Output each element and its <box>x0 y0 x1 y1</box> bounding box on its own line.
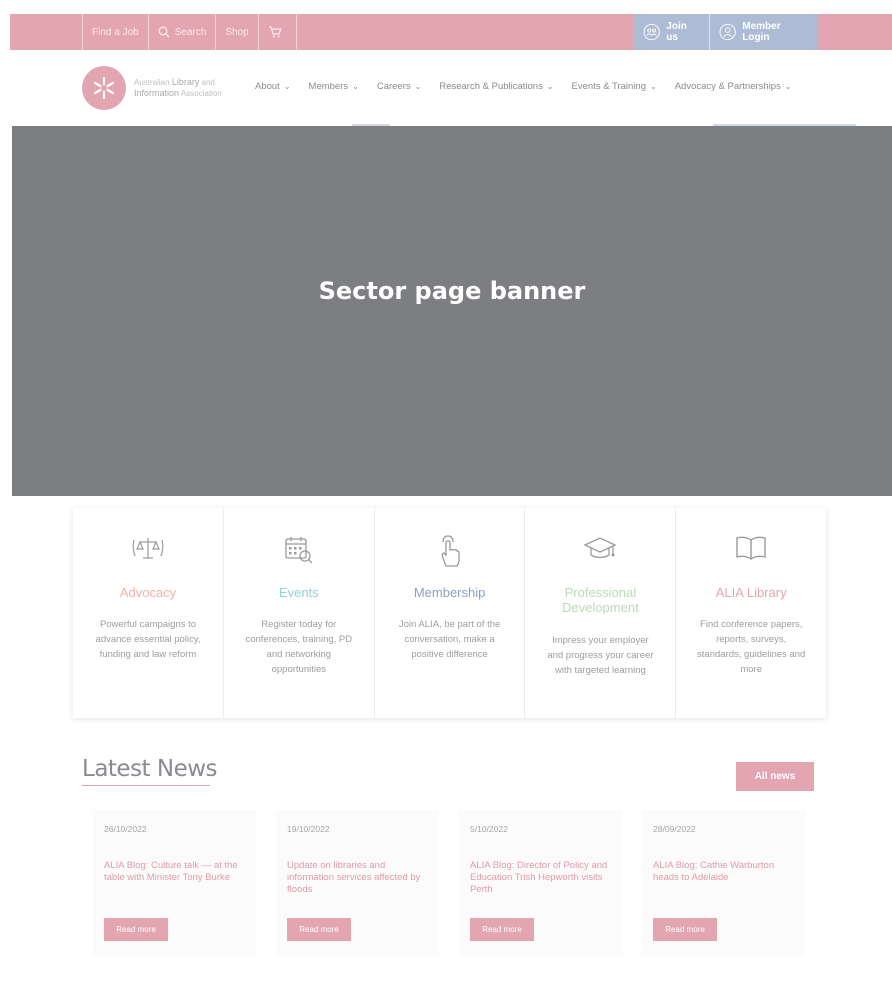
news-title[interactable]: ALIA Blog: Cathie Warburton heads to Ade… <box>653 860 793 884</box>
logo-word-and: and <box>201 78 215 87</box>
member-login-button[interactable]: Member Login <box>708 14 817 50</box>
card-description: Powerful campaigns to advance essential … <box>95 619 201 660</box>
search-icon <box>158 26 170 38</box>
main-header: Australian Library and Information Assoc… <box>10 50 892 126</box>
chevron-down-icon: ⌄ <box>414 82 422 91</box>
logo-mark <box>82 66 126 110</box>
card-title: Advocacy <box>119 585 177 600</box>
logo-text: Australian Library and Information Assoc… <box>134 77 222 99</box>
find-a-job-label: Find a Job <box>92 26 139 38</box>
alia-logo[interactable]: Australian Library and Information Assoc… <box>82 66 222 110</box>
latest-news-heading: Latest News <box>82 756 218 782</box>
sector-page-banner: Sector page banner <box>12 126 892 496</box>
main-nav: About ⌄ Members ⌄ Careers ⌄ Research & Publ… <box>255 81 810 92</box>
read-more-button[interactable]: Read more <box>653 918 717 941</box>
nav-label: Research & Publications <box>439 81 543 92</box>
chevron-down-icon: ⌄ <box>283 82 291 91</box>
nav-item-careers[interactable]: Careers ⌄ <box>377 81 422 92</box>
graduation-cap-icon <box>583 537 617 559</box>
card-title: Events <box>278 585 319 600</box>
shop-label: Shop <box>225 26 249 38</box>
news-date: 19/10/2022 <box>287 824 330 834</box>
card-description: Impress your employer and progress your … <box>547 635 654 676</box>
news-title[interactable]: ALIA Blog: Director of Policy and Educat… <box>470 860 610 896</box>
nav-item-members[interactable]: Members ⌄ <box>309 81 359 92</box>
open-book-icon <box>736 536 766 560</box>
chevron-down-icon: ⌄ <box>784 82 792 91</box>
join-us-button[interactable]: Join us <box>634 14 709 50</box>
utility-links: Find a Job Search Shop <box>82 14 297 50</box>
account-links: Join us Member Login <box>634 14 817 50</box>
nav-label: Members <box>308 81 349 92</box>
nav-item-advocacy-partnerships[interactable]: Advocacy & Partnerships ⌄ <box>675 81 792 92</box>
join-icon <box>643 23 660 41</box>
chevron-down-icon: ⌄ <box>650 82 657 91</box>
news-title[interactable]: Update on libraries and information serv… <box>287 860 427 896</box>
nav-label: Events & Training <box>571 81 646 92</box>
read-more-button[interactable]: Read more <box>470 918 534 941</box>
news-card[interactable]: 28/09/2022 ALIA Blog: Cathie Warburton h… <box>642 810 805 955</box>
pointer-hand-icon <box>442 535 461 567</box>
calendar-search-icon <box>285 537 313 564</box>
logo-word-association: Association <box>180 89 222 98</box>
scales-icon <box>132 538 164 559</box>
read-more-button[interactable]: Read more <box>104 918 168 941</box>
find-a-job-link[interactable]: Find a Job <box>82 14 148 50</box>
top-utility-bar: Find a Job Search Shop Join us Member Lo… <box>10 14 892 50</box>
card-membership[interactable]: Membership Join ALIA, be part of the con… <box>375 508 526 718</box>
star-logo-icon <box>93 76 115 100</box>
nav-item-about[interactable]: About ⌄ <box>255 81 291 92</box>
logo-word-australian: Australian <box>134 78 170 87</box>
member-login-label: Member Login <box>742 21 781 43</box>
card-alia-library[interactable]: ALIA Library Find conference papers, rep… <box>676 508 826 718</box>
search-label: Search <box>174 26 207 38</box>
nav-label: Careers <box>376 81 411 92</box>
news-date: 26/10/2022 <box>104 824 147 834</box>
card-description: Register today for conferences, training… <box>245 619 353 675</box>
nav-item-research-publications[interactable]: Research & Publications ⌄ <box>439 81 553 92</box>
news-date: 28/09/2022 <box>653 824 696 834</box>
card-title: ALIA Library <box>715 585 787 600</box>
shop-link[interactable]: Shop <box>215 14 257 50</box>
logo-word-information: Information <box>134 88 180 98</box>
card-professional-development[interactable]: Professional Development Impress your em… <box>525 508 677 718</box>
cart-button[interactable] <box>257 14 297 50</box>
cart-icon <box>268 26 282 38</box>
news-card[interactable]: 5/10/2022 ALIA Blog: Director of Policy … <box>459 810 622 955</box>
chevron-down-icon: ⌄ <box>546 82 554 91</box>
user-icon <box>719 23 736 41</box>
card-title: Professional Development <box>562 585 639 615</box>
news-date: 5/10/2022 <box>470 824 508 834</box>
news-card[interactable]: 19/10/2022 Update on libraries and infor… <box>276 810 439 955</box>
search-link[interactable]: Search <box>147 14 216 50</box>
all-news-button[interactable]: All news <box>736 762 814 791</box>
heading-underline <box>82 785 210 786</box>
join-us-label: Join us <box>666 21 687 43</box>
logo-word-library: Library <box>171 77 200 87</box>
card-title: Membership <box>413 585 486 600</box>
card-events[interactable]: Events Register today for conferences, t… <box>224 508 375 718</box>
news-title[interactable]: ALIA Blog: Culture talk — at the table w… <box>104 860 244 884</box>
card-advocacy[interactable]: Advocacy Powerful campaigns to advance e… <box>73 508 224 718</box>
feature-cards: Advocacy Powerful campaigns to advance e… <box>73 508 826 718</box>
nav-item-events-training[interactable]: Events & Training ⌄ <box>572 81 657 92</box>
chevron-down-icon: ⌄ <box>352 82 359 91</box>
news-card[interactable]: 26/10/2022 ALIA Blog: Culture talk — at … <box>93 810 256 955</box>
card-description: Join ALIA, be part of the conversation, … <box>398 619 501 660</box>
page: Find a Job Search Shop Join us Member Lo… <box>10 14 892 1003</box>
banner-text: Sector page banner <box>318 277 586 305</box>
read-more-button[interactable]: Read more <box>287 918 351 941</box>
card-description: Find conference papers, reports, surveys… <box>697 619 806 675</box>
nav-label: Advocacy & Partnerships <box>674 81 781 92</box>
nav-label: About <box>255 81 280 92</box>
